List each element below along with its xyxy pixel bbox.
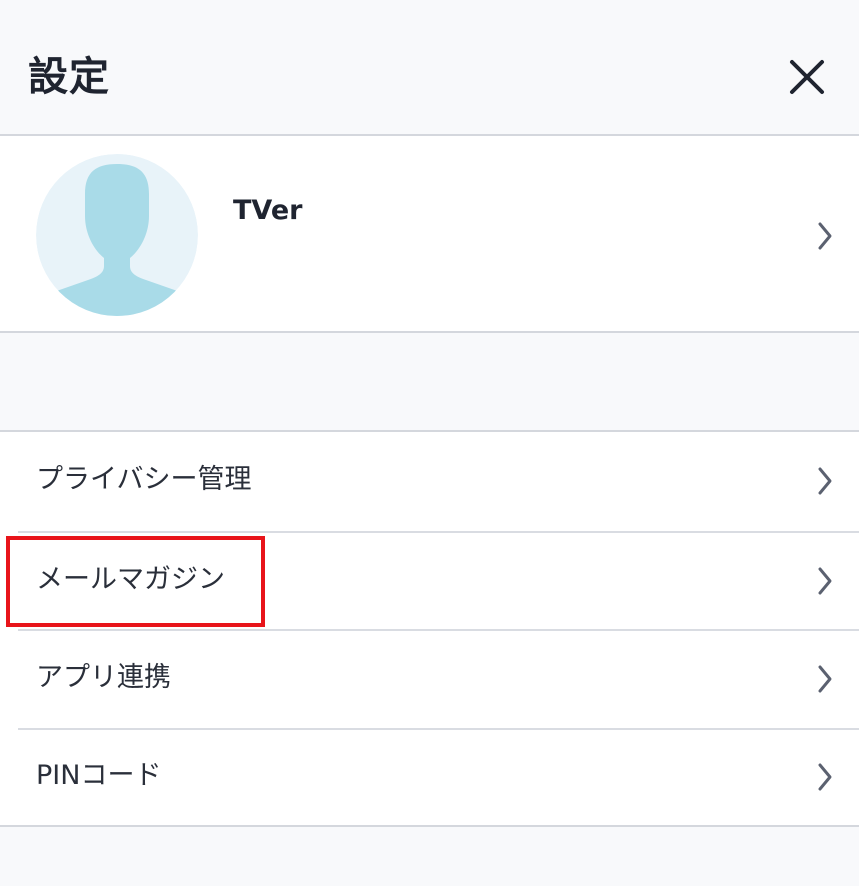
chevron-right-icon (818, 665, 832, 693)
menu-item-mail-magazine[interactable]: メールマガジン (0, 532, 859, 630)
menu-item-label: PINコード (36, 760, 162, 791)
settings-header: 設定 (0, 0, 859, 136)
section-spacer (0, 333, 859, 430)
menu-item-app-linking[interactable]: アプリ連携 (0, 630, 859, 728)
chevron-right-icon (818, 467, 832, 495)
menu-item-label: プライバシー管理 (36, 464, 252, 495)
settings-menu-list: プライバシー管理 メールマガジン アプリ連携 PINコード (0, 430, 859, 827)
close-icon[interactable] (782, 52, 834, 104)
page-title: 設定 (28, 54, 110, 100)
menu-item-privacy[interactable]: プライバシー管理 (0, 432, 859, 530)
menu-item-label: メールマガジン (36, 564, 225, 595)
avatar (36, 154, 198, 316)
profile-row[interactable]: TVer (0, 136, 859, 333)
chevron-right-icon (818, 222, 832, 250)
menu-item-label: アプリ連携 (36, 662, 171, 693)
profile-name: TVer (233, 195, 303, 226)
menu-item-pin-code[interactable]: PINコード (0, 728, 859, 826)
close-button[interactable] (782, 52, 834, 104)
chevron-right-icon (818, 763, 832, 791)
chevron-right-icon (818, 567, 832, 595)
avatar-placeholder-icon (36, 154, 198, 316)
footer-spacer (0, 827, 859, 886)
